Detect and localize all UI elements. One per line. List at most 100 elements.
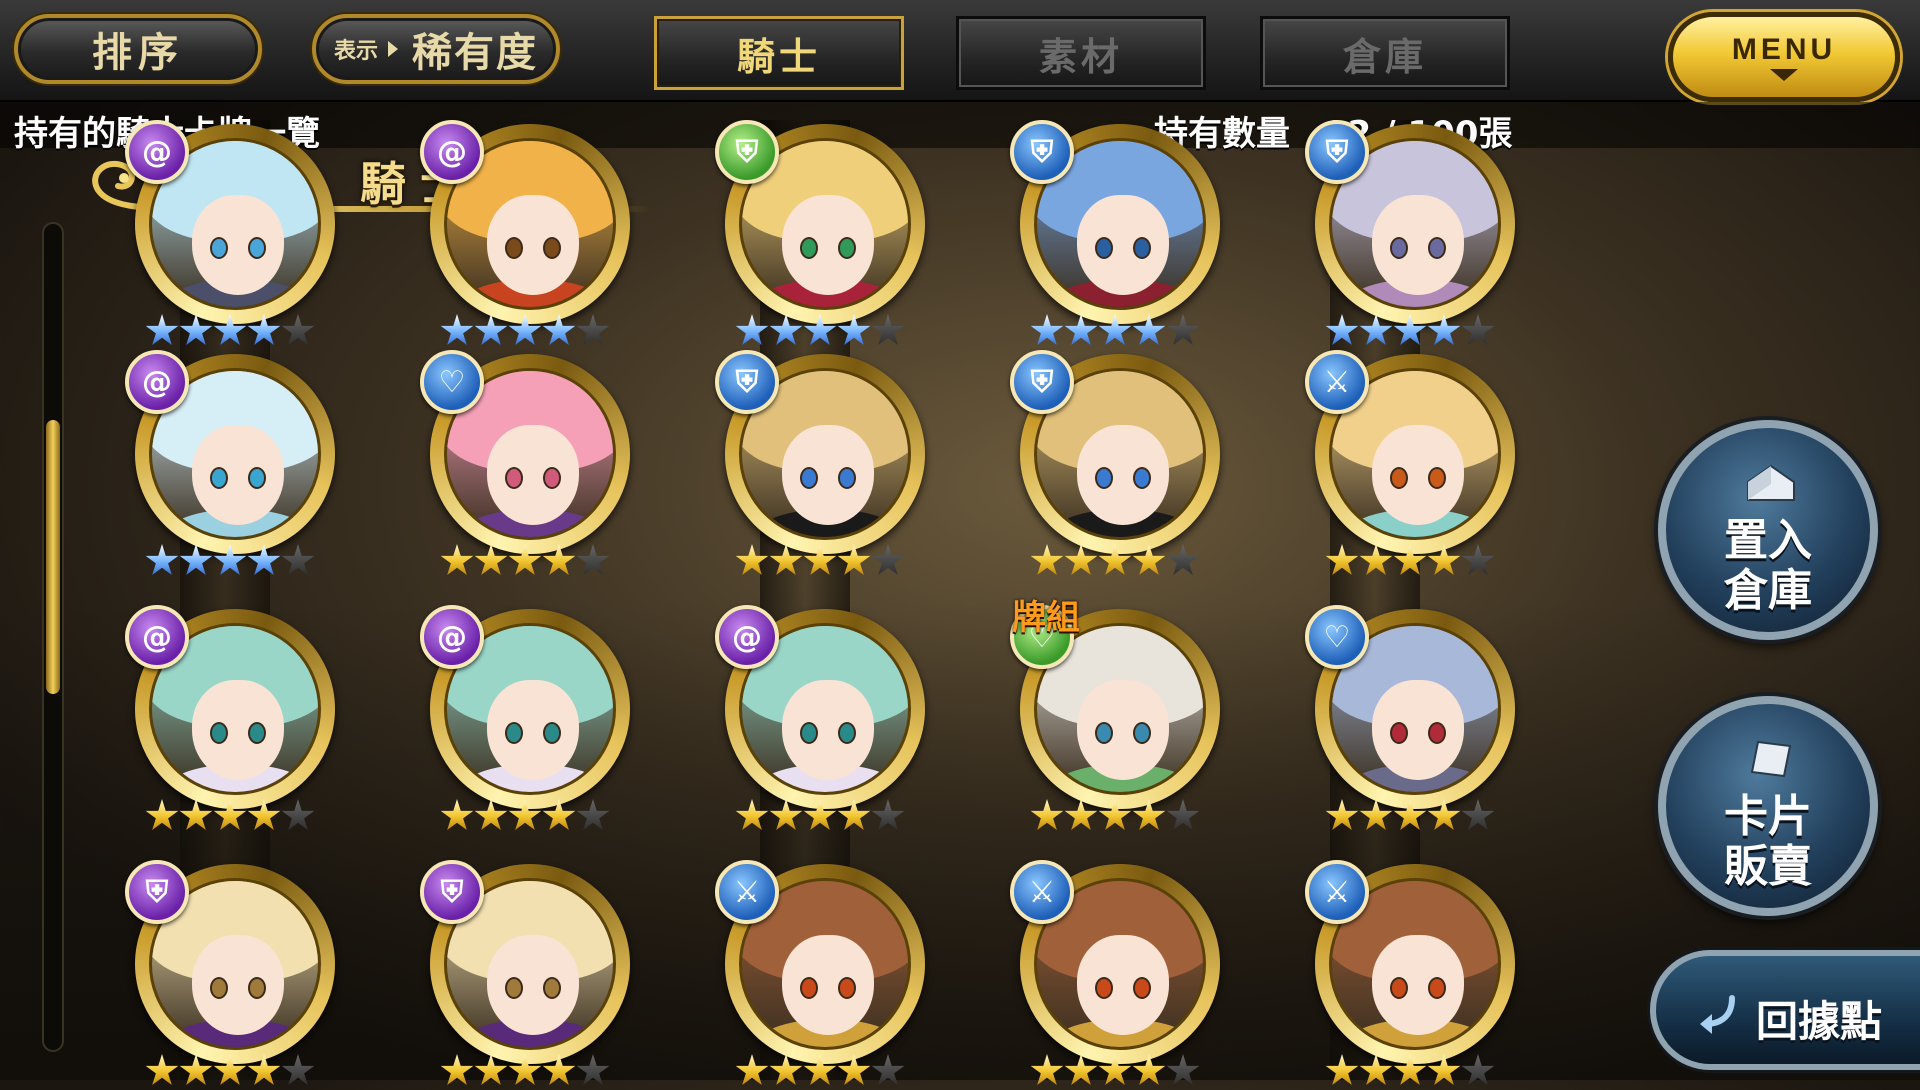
return-base-button[interactable]: 回據點 [1650, 950, 1920, 1070]
portrait-eye [838, 467, 856, 489]
top-bar: 排序 表示 稀有度 騎士 素材 倉庫 MENU [0, 0, 1920, 102]
rarity-stars [1325, 544, 1495, 578]
portrait-eye [248, 722, 266, 744]
knight-card[interactable]: ⛨ [715, 120, 935, 350]
rarity-stars [440, 544, 610, 578]
portrait-eye [505, 237, 523, 259]
star-icon [1393, 799, 1427, 830]
portrait-eye [800, 977, 818, 999]
portrait-face [782, 680, 874, 780]
menu-button[interactable]: MENU [1668, 12, 1900, 102]
knight-card[interactable]: @ [715, 605, 935, 835]
star-icon [440, 544, 474, 575]
display-rarity-button[interactable]: 表示 稀有度 [312, 14, 560, 84]
knight-card[interactable]: ⚔ [1010, 860, 1230, 1090]
knight-card[interactable]: ⛨ [1010, 350, 1230, 580]
rarity-stars [440, 314, 610, 348]
rarity-stars [735, 799, 905, 833]
knight-card[interactable]: ⛨ [1305, 120, 1525, 350]
swirl-attribute-icon: @ [125, 120, 189, 184]
knight-card[interactable]: ♡ [1010, 605, 1230, 835]
star-icon [542, 544, 576, 575]
star-icon [542, 799, 576, 830]
portrait-eye [210, 237, 228, 259]
portrait-face [782, 425, 874, 525]
rarity-stars [1030, 314, 1200, 348]
rarity-stars [1325, 314, 1495, 348]
star-icon [1064, 314, 1098, 345]
star-icon [1359, 314, 1393, 345]
star-icon [1064, 544, 1098, 575]
knight-card[interactable]: ♡ [420, 350, 640, 580]
portrait-face [1077, 425, 1169, 525]
portrait-face [1077, 195, 1169, 295]
display-value-label: 稀有度 [412, 29, 538, 76]
menu-button-label: MENU [1731, 33, 1837, 66]
knight-card[interactable]: @ [420, 120, 640, 350]
star-icon [803, 544, 837, 575]
knight-card[interactable]: ♡ [1305, 605, 1525, 835]
knight-card[interactable]: ⚔ [1305, 350, 1525, 580]
star-icon [179, 314, 213, 345]
star-icon [1393, 544, 1427, 575]
portrait-eye [1133, 237, 1151, 259]
star-icon [803, 314, 837, 345]
put-in-storage-button[interactable]: 置入 倉庫 [1658, 420, 1878, 640]
portrait-eye [543, 722, 561, 744]
scrollbar-thumb[interactable] [46, 420, 60, 694]
star-icon [576, 799, 610, 830]
knight-card[interactable]: ⛨ [125, 860, 345, 1090]
star-icon [145, 1054, 179, 1085]
star-icon [1325, 314, 1359, 345]
knight-card[interactable]: ⛨ [715, 350, 935, 580]
knight-card[interactable]: ⛨ [1010, 120, 1230, 350]
star-icon [1325, 1054, 1359, 1085]
portrait-face [192, 935, 284, 1035]
portrait-face [192, 425, 284, 525]
shield-attribute-icon: ⛨ [715, 350, 779, 414]
portrait-face [1372, 935, 1464, 1035]
star-icon [1325, 544, 1359, 575]
portrait-eye [838, 977, 856, 999]
knight-card[interactable]: @ [125, 120, 345, 350]
portrait-eye [1133, 467, 1151, 489]
portrait-eye [543, 237, 561, 259]
portrait-eye [248, 237, 266, 259]
star-icon [508, 799, 542, 830]
portrait-eye [505, 722, 523, 744]
tab-materials[interactable]: 素材 [956, 16, 1206, 90]
star-icon [576, 314, 610, 345]
portrait-eye [505, 467, 523, 489]
knight-card[interactable]: ⚔ [715, 860, 935, 1090]
portrait-eye [838, 237, 856, 259]
portrait-face [782, 935, 874, 1035]
rarity-stars [1325, 799, 1495, 833]
house-icon [1747, 464, 1795, 501]
star-icon [440, 314, 474, 345]
knight-card[interactable]: @ [125, 605, 345, 835]
star-icon [542, 1054, 576, 1085]
star-icon [837, 799, 871, 830]
knight-card[interactable]: ⚔ [1305, 860, 1525, 1090]
sort-button[interactable]: 排序 [14, 14, 262, 84]
portrait-eye [1095, 977, 1113, 999]
star-icon [1098, 1054, 1132, 1085]
knight-card[interactable]: @ [420, 605, 640, 835]
portrait-face [1372, 680, 1464, 780]
play-arrow-icon [388, 41, 398, 57]
star-icon [440, 799, 474, 830]
tab-warehouse[interactable]: 倉庫 [1260, 16, 1510, 90]
star-icon [871, 1054, 905, 1085]
knight-card[interactable]: ⛨ [420, 860, 640, 1090]
star-icon [1461, 799, 1495, 830]
portrait-eye [1133, 977, 1151, 999]
knight-card[interactable]: @ [125, 350, 345, 580]
star-icon [1098, 799, 1132, 830]
swirl-attribute-icon: @ [125, 350, 189, 414]
portrait-face [192, 680, 284, 780]
star-icon [281, 799, 315, 830]
sell-card-button[interactable]: 卡片 販賣 [1658, 696, 1878, 916]
tab-knights[interactable]: 騎士 [654, 16, 904, 90]
portrait-eye [1428, 467, 1446, 489]
sell-button-label: 卡片 販賣 [1724, 791, 1812, 892]
